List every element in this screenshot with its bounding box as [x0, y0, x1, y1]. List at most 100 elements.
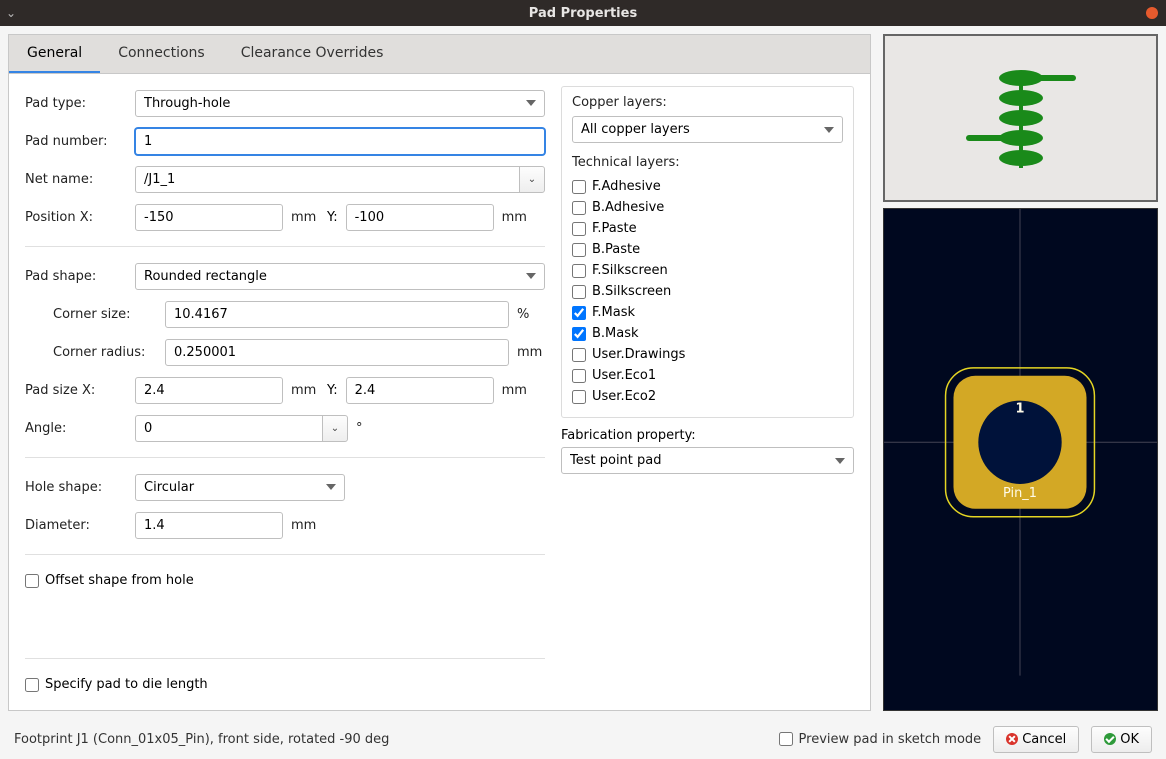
position-y-input[interactable]	[346, 204, 494, 231]
tech-layer-label: F.Adhesive	[592, 179, 661, 194]
pad-size-y-label: Y:	[327, 383, 338, 398]
diameter-input[interactable]	[135, 512, 283, 539]
corner-size-label: Corner size:	[39, 307, 157, 322]
net-name-dropdown-button[interactable]: ⌄	[519, 166, 545, 193]
pad-size-x-unit: mm	[291, 383, 319, 398]
tech-layer-checkbox[interactable]	[572, 306, 586, 320]
tech-layer-checkbox[interactable]	[572, 201, 586, 215]
hole-shape-label: Hole shape:	[25, 480, 127, 495]
tech-layer-label: User.Eco2	[592, 389, 656, 404]
net-name-label: Net name:	[25, 172, 127, 187]
pad-size-x-input[interactable]	[135, 377, 283, 404]
schematic-preview	[883, 34, 1158, 202]
window-menu-icon[interactable]: ⌄	[6, 6, 16, 20]
tech-layer-checkbox[interactable]	[572, 327, 586, 341]
tech-layer-label: F.Mask	[592, 305, 635, 320]
tech-layer-checkbox[interactable]	[572, 348, 586, 362]
pad-number-label: Pad number:	[25, 134, 127, 149]
corner-radius-unit: mm	[517, 345, 545, 360]
tech-layer-checkbox[interactable]	[572, 390, 586, 404]
ok-icon	[1104, 733, 1116, 745]
left-pane: General Connections Clearance Overrides …	[8, 34, 871, 711]
copper-layers-select[interactable]: All copper layers	[572, 116, 843, 143]
tech-layer-row: B.Paste	[572, 239, 843, 260]
tech-layer-checkbox[interactable]	[572, 222, 586, 236]
pin-label-preview: Pin_1	[1003, 486, 1037, 501]
corner-size-input[interactable]	[165, 301, 509, 328]
corner-size-unit: %	[517, 307, 545, 322]
pad-size-x-label: Pad size X:	[25, 383, 127, 398]
tech-layer-row: F.Adhesive	[572, 176, 843, 197]
tab-clearance[interactable]: Clearance Overrides	[223, 35, 402, 73]
diameter-label: Diameter:	[25, 518, 127, 533]
tab-connections[interactable]: Connections	[100, 35, 223, 73]
tech-layer-label: B.Paste	[592, 242, 640, 257]
net-name-input[interactable]	[135, 166, 519, 193]
pad-size-y-unit: mm	[502, 383, 530, 398]
tech-layer-row: B.Mask	[572, 323, 843, 344]
offset-shape-label: Offset shape from hole	[45, 573, 194, 588]
angle-unit: °	[356, 421, 384, 436]
position-x-label: Position X:	[25, 210, 127, 225]
tech-layer-label: User.Drawings	[592, 347, 685, 362]
tech-layers-label: Technical layers:	[572, 155, 843, 170]
pad-shape-select[interactable]: Rounded rectangle	[135, 263, 545, 290]
tech-layer-checkbox[interactable]	[572, 180, 586, 194]
corner-radius-input[interactable]	[165, 339, 509, 366]
preview-sketch-checkbox[interactable]	[779, 732, 793, 746]
specify-die-label: Specify pad to die length	[45, 677, 208, 692]
hole-shape-select[interactable]: Circular	[135, 474, 345, 501]
preview-sketch-label: Preview pad in sketch mode	[799, 732, 982, 747]
angle-input[interactable]	[135, 415, 322, 442]
titlebar: ⌄ Pad Properties	[0, 0, 1166, 26]
pad-type-label: Pad type:	[25, 96, 127, 111]
position-y-label: Y:	[327, 210, 338, 225]
pad-preview: 1 Pin_1	[883, 208, 1158, 711]
tech-layer-label: F.Paste	[592, 221, 637, 236]
angle-dropdown-button[interactable]: ⌄	[322, 415, 348, 442]
fab-property-select[interactable]: Test point pad	[561, 447, 854, 474]
tech-layer-checkbox[interactable]	[572, 243, 586, 257]
position-x-unit: mm	[291, 210, 319, 225]
tech-layer-row: B.Silkscreen	[572, 281, 843, 302]
tech-layer-checkbox[interactable]	[572, 369, 586, 383]
position-x-input[interactable]	[135, 204, 283, 231]
tech-layer-row: F.Paste	[572, 218, 843, 239]
offset-shape-checkbox[interactable]	[25, 574, 39, 588]
layers-box: Copper layers: All copper layers Technic…	[561, 86, 854, 418]
pad-type-select[interactable]: Through-hole	[135, 90, 545, 117]
footer-info: Footprint J1 (Conn_01x05_Pin), front sid…	[14, 732, 389, 747]
preview-sketch-wrap[interactable]: Preview pad in sketch mode	[779, 729, 982, 750]
tech-layer-checkbox[interactable]	[572, 264, 586, 278]
pad-number-preview: 1	[1016, 402, 1025, 417]
tech-layer-row: B.Adhesive	[572, 197, 843, 218]
window-title: Pad Properties	[529, 6, 637, 21]
tech-layer-row: User.Eco2	[572, 386, 843, 407]
close-icon[interactable]	[1146, 7, 1158, 19]
copper-layers-label: Copper layers:	[572, 95, 843, 110]
cancel-button[interactable]: Cancel	[993, 726, 1079, 753]
tabs: General Connections Clearance Overrides	[9, 35, 870, 74]
angle-label: Angle:	[25, 421, 127, 436]
tech-layer-label: B.Adhesive	[592, 200, 664, 215]
cancel-icon	[1006, 733, 1018, 745]
tech-layer-row: F.Silkscreen	[572, 260, 843, 281]
tech-layer-row: F.Mask	[572, 302, 843, 323]
tech-layer-label: B.Silkscreen	[592, 284, 671, 299]
tech-layers-list: F.Adhesive B.Adhesive F.Paste B.Paste F.Silk…	[572, 176, 843, 407]
tech-layer-label: F.Silkscreen	[592, 263, 668, 278]
diameter-unit: mm	[291, 518, 319, 533]
position-y-unit: mm	[502, 210, 530, 225]
tech-layer-row: User.Drawings	[572, 344, 843, 365]
tech-layer-row: User.Eco1	[572, 365, 843, 386]
corner-radius-label: Corner radius:	[39, 345, 157, 360]
specify-die-checkbox[interactable]	[25, 678, 39, 692]
fab-property-label: Fabrication property:	[561, 428, 854, 443]
tab-general[interactable]: General	[9, 35, 100, 73]
ok-button[interactable]: OK	[1091, 726, 1152, 753]
pad-shape-label: Pad shape:	[25, 269, 127, 284]
pad-size-y-input[interactable]	[346, 377, 494, 404]
tech-layer-checkbox[interactable]	[572, 285, 586, 299]
tech-layer-label: B.Mask	[592, 326, 639, 341]
pad-number-input[interactable]	[135, 128, 545, 155]
